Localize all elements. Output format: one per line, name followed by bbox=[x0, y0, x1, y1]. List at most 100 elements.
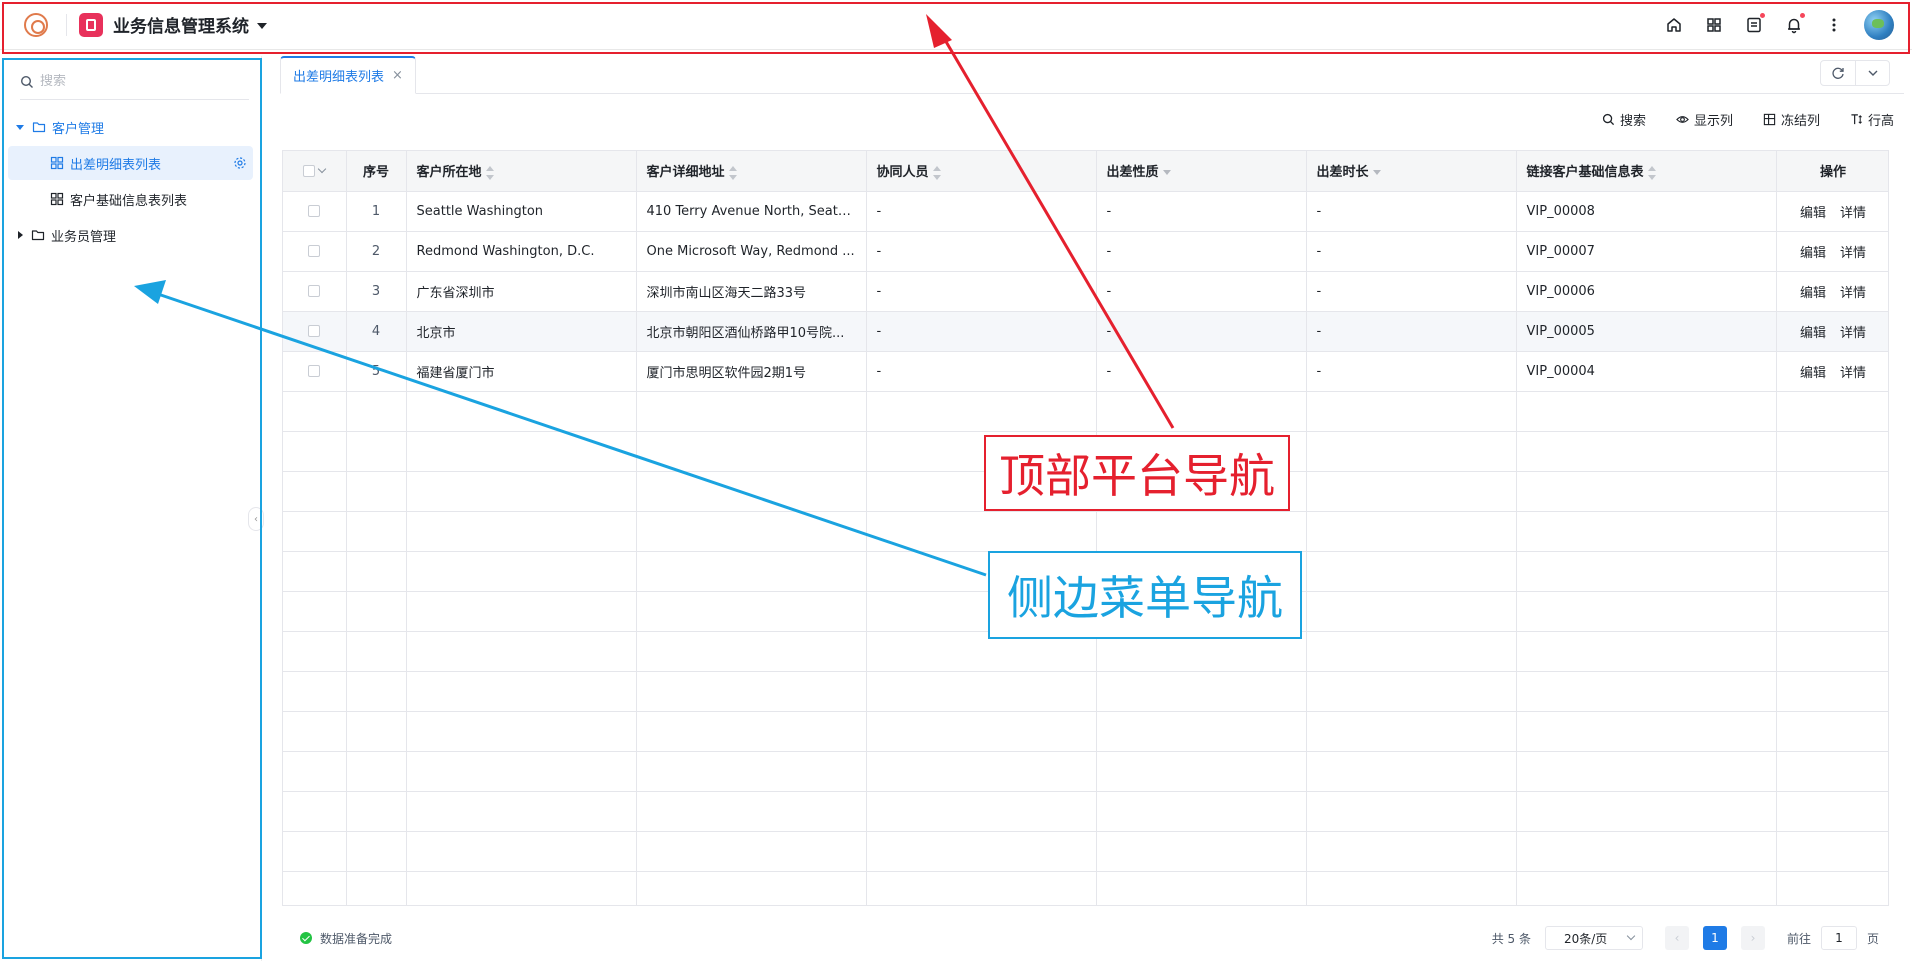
cell-index: 2 bbox=[346, 231, 407, 272]
side-search-input[interactable] bbox=[40, 74, 240, 89]
cell-link[interactable]: VIP_00007 bbox=[1516, 231, 1777, 272]
cell-address: 北京市朝阳区酒仙桥路甲10号院... bbox=[636, 311, 867, 352]
row-select[interactable] bbox=[283, 311, 347, 352]
expand-caret-icon[interactable] bbox=[16, 124, 24, 130]
cell-nature: - bbox=[1096, 231, 1307, 272]
app-icon[interactable] bbox=[79, 12, 103, 37]
menu-tree: 客户管理 出差明细表列表 客户基础信息表列表 业务员管理 bbox=[0, 110, 261, 252]
cell-duration: - bbox=[1306, 231, 1517, 272]
table-row[interactable]: 1 Seattle Washington 410 Terry Avenue No… bbox=[283, 191, 1888, 232]
col-address[interactable]: 客户详细地址 bbox=[636, 151, 867, 192]
goto-page-input[interactable] bbox=[1820, 926, 1857, 950]
col-location[interactable]: 客户所在地 bbox=[406, 151, 637, 192]
detail-button[interactable]: 详情 bbox=[1840, 366, 1866, 381]
chevron-down-icon[interactable] bbox=[1855, 61, 1889, 85]
cell-link[interactable]: VIP_00005 bbox=[1516, 311, 1777, 352]
notification-dot bbox=[1800, 12, 1805, 18]
menu-group-salesperson-management[interactable]: 业务员管理 bbox=[8, 218, 253, 252]
cell-address: 410 Terry Avenue North, Seattle... bbox=[636, 191, 867, 232]
refresh-icon[interactable] bbox=[1821, 61, 1855, 85]
cell-link[interactable]: VIP_00008 bbox=[1516, 191, 1777, 232]
user-avatar[interactable] bbox=[1864, 9, 1894, 40]
app-switch-caret-icon[interactable] bbox=[257, 22, 267, 29]
goto-label: 前往 bbox=[1786, 931, 1811, 946]
detail-button[interactable]: 详情 bbox=[1840, 326, 1866, 341]
close-icon[interactable]: × bbox=[392, 68, 403, 83]
sort-icon[interactable] bbox=[1647, 165, 1656, 180]
row-checkbox[interactable] bbox=[308, 205, 321, 217]
prev-page-button[interactable]: ‹ bbox=[1664, 926, 1689, 950]
col-companions-label: 协同人员 bbox=[876, 165, 929, 181]
tab-trip-detail-list[interactable]: 出差明细表列表 × bbox=[280, 56, 416, 94]
edit-button[interactable]: 编辑 bbox=[1800, 286, 1826, 301]
cell-location: 广东省深圳市 bbox=[406, 271, 637, 312]
sidebar-collapse-handle[interactable]: ‹ bbox=[248, 507, 264, 531]
col-companions[interactable]: 协同人员 bbox=[866, 151, 1097, 192]
select-all-checkbox[interactable] bbox=[303, 164, 316, 177]
row-height-button[interactable]: 行高 bbox=[1850, 110, 1894, 129]
collapse-caret-icon[interactable] bbox=[18, 231, 23, 239]
select-all-header[interactable] bbox=[283, 151, 347, 192]
more-vertical-icon[interactable] bbox=[1814, 10, 1854, 40]
filter-icon[interactable] bbox=[1372, 170, 1381, 176]
col-duration[interactable]: 出差时长 bbox=[1306, 151, 1517, 192]
bell-icon[interactable] bbox=[1774, 10, 1814, 40]
home-icon[interactable] bbox=[1654, 10, 1694, 40]
show-columns-button[interactable]: 显示列 bbox=[1676, 110, 1733, 129]
table-row[interactable]: 3 广东省深圳市 深圳市南山区海天二路33号 - - - VIP_00006 编… bbox=[283, 271, 1888, 312]
row-checkbox[interactable] bbox=[308, 325, 321, 337]
search-button[interactable]: 搜索 bbox=[1602, 110, 1646, 129]
side-menu: 客户管理 出差明细表列表 客户基础信息表列表 业务员管理 bbox=[0, 56, 262, 961]
next-page-button[interactable]: › bbox=[1740, 926, 1765, 950]
table-row[interactable]: 4 北京市 北京市朝阳区酒仙桥路甲10号院... - - - VIP_00005… bbox=[283, 311, 1888, 352]
folder-icon bbox=[31, 230, 45, 241]
row-checkbox[interactable] bbox=[308, 365, 321, 377]
empty-row bbox=[283, 671, 1888, 712]
table-row[interactable]: 5 福建省厦门市 厦门市思明区软件园2期1号 - - - VIP_00004 编… bbox=[283, 351, 1888, 392]
cell-companions: - bbox=[866, 311, 1097, 352]
sort-icon[interactable] bbox=[485, 165, 494, 180]
cell-ops: 编辑 详情 bbox=[1776, 351, 1888, 392]
status-text: 数据准备完成 bbox=[320, 931, 393, 946]
cell-link[interactable]: VIP_00004 bbox=[1516, 351, 1777, 392]
edit-button[interactable]: 编辑 bbox=[1800, 366, 1826, 381]
data-table: 序号 客户所在地 客户详细地址 协同人员 出差性质 出差时长 链接客户基础信息表… bbox=[282, 150, 1889, 906]
edit-button[interactable]: 编辑 bbox=[1800, 246, 1826, 261]
page-size-select[interactable]: 20条/页 bbox=[1544, 926, 1643, 950]
app-title[interactable]: 业务信息管理系统 bbox=[113, 12, 249, 37]
row-checkbox[interactable] bbox=[308, 285, 321, 297]
cell-nature: - bbox=[1096, 191, 1307, 232]
freeze-columns-button[interactable]: 冻结列 bbox=[1763, 110, 1820, 129]
menu-group-customer-management[interactable]: 客户管理 bbox=[8, 110, 253, 144]
table-header-row: 序号 客户所在地 客户详细地址 协同人员 出差性质 出差时长 链接客户基础信息表… bbox=[283, 151, 1888, 192]
menu-item-customer-base-list[interactable]: 客户基础信息表列表 bbox=[8, 182, 253, 216]
table-toolbar: 搜索 显示列 冻结列 行高 bbox=[1572, 110, 1894, 129]
apps-grid-icon[interactable] bbox=[1694, 10, 1734, 40]
sort-icon[interactable] bbox=[932, 165, 941, 180]
sort-icon[interactable] bbox=[728, 165, 737, 180]
row-select[interactable] bbox=[283, 351, 347, 392]
row-checkbox[interactable] bbox=[308, 245, 321, 257]
page-number-current[interactable]: 1 bbox=[1702, 926, 1727, 950]
edit-button[interactable]: 编辑 bbox=[1800, 206, 1826, 221]
document-icon[interactable] bbox=[1734, 10, 1774, 40]
row-select[interactable] bbox=[283, 271, 347, 312]
menu-item-trip-detail-list[interactable]: 出差明细表列表 bbox=[8, 146, 253, 180]
detail-button[interactable]: 详情 bbox=[1840, 246, 1866, 261]
org-logo-icon[interactable] bbox=[24, 12, 48, 37]
detail-button[interactable]: 详情 bbox=[1840, 286, 1866, 301]
gear-icon[interactable] bbox=[233, 156, 247, 170]
col-nature[interactable]: 出差性质 bbox=[1096, 151, 1307, 192]
detail-button[interactable]: 详情 bbox=[1840, 206, 1866, 221]
chevron-down-icon[interactable] bbox=[318, 164, 327, 173]
list-grid-icon bbox=[50, 156, 64, 170]
col-address-label: 客户详细地址 bbox=[646, 165, 725, 181]
edit-button[interactable]: 编辑 bbox=[1800, 326, 1826, 341]
filter-icon[interactable] bbox=[1162, 170, 1171, 176]
row-select[interactable] bbox=[283, 231, 347, 272]
cell-link[interactable]: VIP_00006 bbox=[1516, 271, 1777, 312]
row-select[interactable] bbox=[283, 191, 347, 232]
col-link[interactable]: 链接客户基础信息表 bbox=[1516, 151, 1777, 192]
table-row[interactable]: 2 Redmond Washington, D.C. One Microsoft… bbox=[283, 231, 1888, 272]
menu-group-label: 客户管理 bbox=[52, 121, 105, 137]
